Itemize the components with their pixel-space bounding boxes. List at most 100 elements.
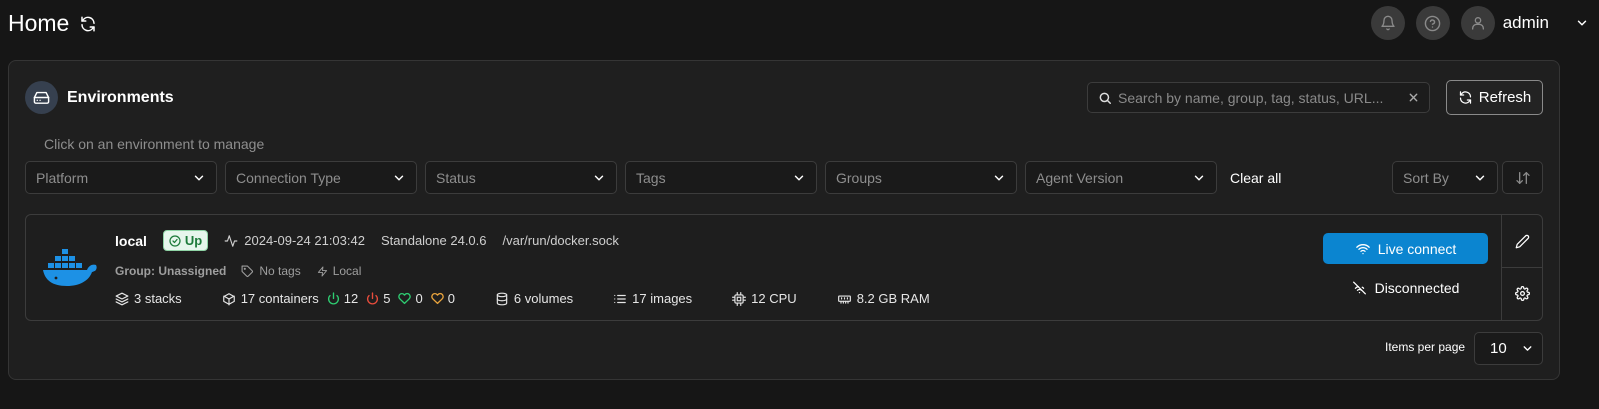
power-off-icon — [366, 292, 379, 305]
filter-label: Tags — [636, 169, 666, 186]
list-icon — [613, 292, 627, 306]
tags-filter[interactable]: Tags — [625, 161, 817, 194]
filter-label: Agent Version — [1036, 169, 1124, 186]
hard-drive-icon — [25, 81, 58, 114]
environment-settings-button[interactable] — [1502, 267, 1542, 319]
connection-type-filter[interactable]: Connection Type — [225, 161, 417, 194]
environment-meta-row: Group: Unassigned No tags Local — [115, 264, 361, 278]
agent-version-filter[interactable]: Agent Version — [1025, 161, 1217, 194]
sort-by-label: Sort By — [1403, 169, 1449, 186]
help-button[interactable] — [1415, 6, 1450, 40]
last-check: 2024-09-24 21:03:42 — [224, 233, 365, 248]
healthy-stat: 0 — [398, 291, 423, 306]
page-size-select[interactable]: 10 — [1474, 332, 1543, 365]
filter-label: Status — [436, 169, 476, 186]
user-icon — [1470, 15, 1486, 31]
search-input[interactable] — [1118, 89, 1408, 106]
volumes-count: 6 volumes — [513, 291, 574, 306]
wifi-icon — [1355, 242, 1371, 256]
live-connect-label: Live connect — [1377, 240, 1457, 257]
connection-type-label: Local — [332, 264, 362, 278]
chevron-down-icon — [192, 171, 206, 185]
environment-stats-row: 3 stacks 17 containers 12 5 0 0 6 volume… — [115, 291, 930, 306]
environment-actions — [1501, 215, 1542, 320]
filter-label: Groups — [836, 169, 882, 186]
running-stat: 12 — [327, 291, 358, 306]
status-filter[interactable]: Status — [425, 161, 617, 194]
refresh-icon — [1458, 90, 1473, 105]
pencil-icon — [1515, 234, 1530, 249]
stacks-count: 3 stacks — [134, 291, 182, 306]
group-label: Group: Unassigned — [115, 264, 227, 278]
status-label: Up — [184, 233, 203, 248]
environments-panel: Environments Click on an environment to … — [8, 60, 1560, 380]
bell-icon — [1380, 15, 1396, 31]
filter-label: Platform — [36, 169, 89, 186]
status-badge: Up — [162, 230, 209, 251]
environment-card[interactable]: local Up 2024-09-24 21:03:42 Standalone … — [25, 214, 1543, 321]
help-icon — [1424, 15, 1441, 32]
environments-header: Environments — [25, 81, 174, 114]
images-stat: 17 images — [613, 291, 692, 306]
sort-order-button[interactable] — [1502, 161, 1543, 194]
clear-search-icon[interactable] — [1408, 92, 1419, 103]
connection-status-label: Disconnected — [1374, 280, 1460, 296]
chevron-down-icon — [792, 171, 806, 185]
chevron-down-icon[interactable] — [1575, 16, 1589, 30]
docker-logo-icon — [42, 246, 102, 286]
timestamp: 2024-09-24 21:03:42 — [244, 233, 365, 248]
chevron-down-icon — [1521, 342, 1534, 355]
stopped-count: 5 — [383, 291, 391, 306]
user-menu-avatar[interactable] — [1460, 6, 1495, 40]
containers-count: 17 containers — [240, 291, 319, 306]
search-icon — [1098, 91, 1112, 105]
volumes-stat: 6 volumes — [495, 291, 573, 306]
user-name[interactable]: admin — [1503, 13, 1549, 33]
tag-icon — [241, 265, 254, 278]
memory-stat: 8.2 GB RAM — [837, 291, 930, 306]
heart-icon — [430, 292, 444, 305]
tags-label: No tags — [259, 264, 301, 278]
box-icon — [222, 292, 236, 306]
environment-search[interactable] — [1087, 82, 1430, 113]
page-title: Home — [8, 10, 70, 36]
environments-title: Environments — [67, 88, 174, 106]
notifications-button[interactable] — [1370, 6, 1405, 40]
filter-label: Connection Type — [236, 169, 341, 186]
environments-subtitle: Click on an environment to manage — [44, 136, 265, 152]
edit-environment-button[interactable] — [1502, 215, 1542, 267]
ram-amount: 8.2 GB RAM — [856, 291, 930, 306]
filter-bar: Platform Connection Type Status Tags Gro… — [25, 161, 1281, 194]
sort-by-select[interactable]: Sort By — [1392, 161, 1498, 194]
tags-info: No tags — [241, 264, 301, 278]
stopped-stat: 5 — [366, 291, 390, 306]
heartbeat-icon — [224, 234, 238, 248]
chevron-down-icon — [1192, 171, 1206, 185]
unhealthy-count: 0 — [447, 291, 455, 306]
connection-type-info: Local — [317, 264, 362, 278]
edition: Standalone 24.0.6 — [380, 233, 487, 248]
environment-details-row: local Up 2024-09-24 21:03:42 Standalone … — [115, 230, 619, 251]
live-connect-button[interactable]: Live connect — [1323, 233, 1488, 264]
refresh-button[interactable]: Refresh — [1446, 80, 1543, 115]
platform-filter[interactable]: Platform — [25, 161, 217, 194]
groups-filter[interactable]: Groups — [825, 161, 1017, 194]
refresh-icon[interactable] — [79, 15, 97, 33]
refresh-label: Refresh — [1478, 89, 1532, 106]
chevron-down-icon — [392, 171, 406, 185]
cpu-stat: 12 CPU — [732, 291, 797, 306]
zap-icon — [317, 265, 328, 277]
page-title-bar: Home — [8, 10, 97, 37]
layers-icon — [115, 292, 129, 306]
containers-stat: 17 containers — [222, 291, 319, 306]
connection-status: Disconnected — [1323, 278, 1488, 298]
clear-all-button[interactable]: Clear all — [1230, 170, 1281, 186]
chevron-down-icon — [592, 171, 606, 185]
gear-icon — [1514, 286, 1530, 301]
chevron-down-icon — [1473, 171, 1487, 185]
environment-url: /var/run/docker.sock — [502, 233, 619, 248]
environment-name: local — [115, 232, 147, 249]
images-count: 17 images — [632, 291, 693, 306]
power-icon — [327, 292, 340, 305]
stacks-stat: 3 stacks — [115, 291, 182, 306]
